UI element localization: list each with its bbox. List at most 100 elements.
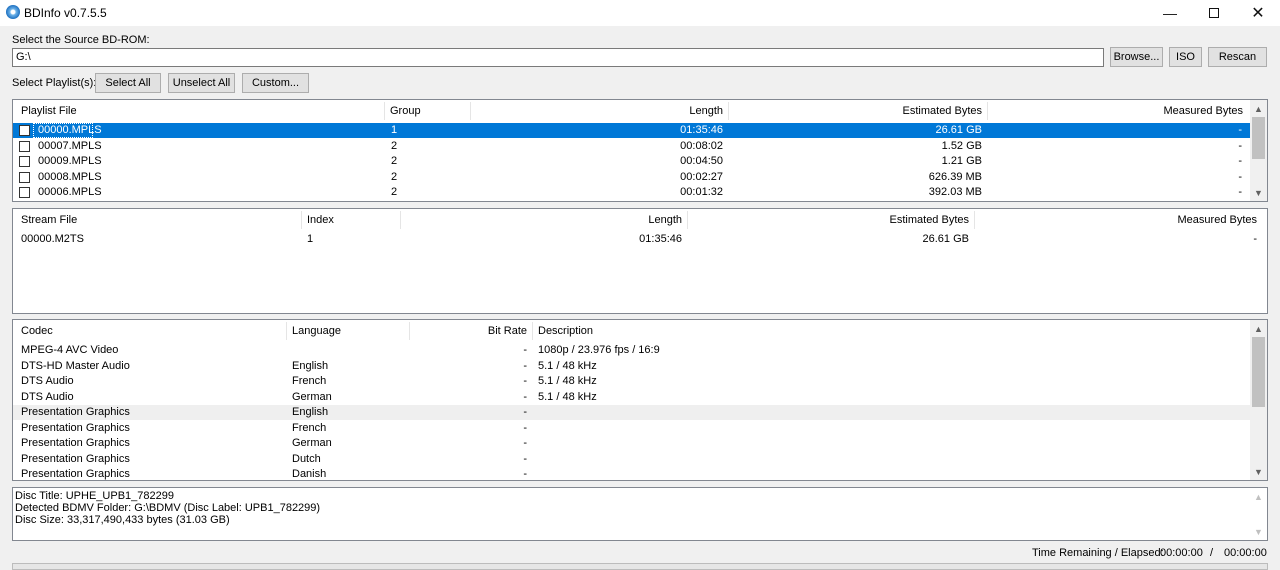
codec-cell-language: Dutch [292,452,321,465]
playlist-scrollbar[interactable]: ▲ ▼ [1250,100,1267,201]
playlist-row[interactable]: 00000.MPLS 1 01:35:46 26.61 GB - [13,123,1250,138]
col-stream-measured-bytes[interactable]: Measured Bytes [975,209,1262,231]
playlist-row[interactable]: 00009.MPLS 2 00:04:50 1.21 GB - [13,154,1250,169]
disc-title-line: Disc Title: UPHE_UPB1_782299 [15,490,174,502]
codec-list[interactable]: Codec Language Bit Rate Description MPEG… [12,319,1268,481]
col-language[interactable]: Language [287,320,409,342]
playlist-checkbox[interactable] [19,171,30,183]
codec-cell-language: French [292,421,327,434]
codec-cell-description: 5.1 / 48 kHz [538,390,597,403]
codec-row[interactable]: Presentation Graphics French - [13,421,1250,436]
codec-cell-description [533,436,1233,451]
codec-row[interactable]: DTS-HD Master Audio English -5.1 / 48 kHz [13,359,1250,374]
stream-cell-index: 1 [307,233,314,245]
playlist-cell-est: 392.03 MB [928,186,982,198]
minimize-button[interactable]: — [1148,0,1192,26]
scroll-up-icon[interactable]: ▲ [1250,320,1267,337]
playlist-cell-est: 626.39 MB [928,170,982,183]
scroll-thumb[interactable] [1252,117,1265,159]
playlist-list[interactable]: Playlist File Group Length Estimated Byt… [12,99,1268,202]
codec-scrollbar[interactable]: ▲ ▼ [1250,320,1267,480]
scroll-down-icon[interactable]: ▼ [1250,184,1267,201]
stream-cell-file: 00000.M2TS [21,233,84,245]
stream-list[interactable]: Stream File Index Length Estimated Bytes… [12,208,1268,314]
codec-cell-description [533,421,1233,436]
scroll-up-icon[interactable]: ▲ [1250,488,1267,505]
playlist-checkbox[interactable] [19,140,30,152]
rescan-button[interactable]: Rescan [1208,47,1267,67]
disc-info-textarea[interactable]: Disc Title: UPHE_UPB1_782299 Detected BD… [12,487,1268,541]
playlist-row[interactable]: 00006.MPLS 2 00:01:32 392.03 MB - [13,185,1250,200]
stream-row[interactable]: 00000.M2TS 1 01:35:46 26.61 GB - [13,232,1267,247]
playlist-row[interactable]: 00008.MPLS 2 00:02:27 626.39 MB - [13,170,1250,185]
scroll-thumb[interactable] [1252,337,1265,407]
codec-cell-bitrate: - [523,359,527,372]
codec-cell-bitrate: - [523,344,527,356]
codec-cell-bitrate: - [523,468,527,480]
codec-row[interactable]: Presentation Graphics German - [13,436,1250,451]
maximize-icon [1209,8,1219,18]
bdmv-folder-line: Detected BDMV Folder: G:\BDMV (Disc Labe… [15,502,321,514]
custom-button[interactable]: Custom... [242,73,309,93]
browse-button[interactable]: Browse... [1110,47,1163,67]
playlist-cell-length: 00:02:27 [680,170,723,183]
codec-cell-codec: Presentation Graphics [21,468,130,480]
codec-row[interactable]: Presentation Graphics English - [13,405,1250,420]
stream-header: Stream File Index Length Estimated Bytes… [13,209,1267,231]
col-description[interactable]: Description [533,320,1233,342]
col-bit-rate[interactable]: Bit Rate [410,320,532,342]
col-stream-estimated-bytes[interactable]: Estimated Bytes [688,209,974,231]
codec-cell-language: French [292,375,327,387]
window-title: BDInfo v0.7.5.5 [24,6,107,20]
disc-size-line: Disc Size: 33,317,490,433 bytes (31.03 G… [15,514,230,526]
codec-row[interactable]: DTS Audio French -5.1 / 48 kHz [13,374,1250,389]
playlist-cell-group: 2 [391,155,398,167]
disc-info-text: Disc Title: UPHE_UPB1_782299 Detected BD… [15,490,320,526]
col-stream-length[interactable]: Length [401,209,687,231]
source-path-input[interactable]: G:\ [12,48,1104,67]
codec-row[interactable]: Presentation Graphics Dutch - [13,452,1250,467]
codec-cell-description [533,467,1233,480]
close-icon: ✕ [1251,5,1265,22]
playlist-row[interactable]: 00007.MPLS 2 00:08:02 1.52 GB - [13,139,1250,154]
disc-info-scrollbar[interactable]: ▲ ▼ [1250,488,1267,540]
iso-button[interactable]: ISO [1169,47,1202,67]
codec-row[interactable]: MPEG-4 AVC Video -1080p / 23.976 fps / 16… [13,343,1250,358]
col-length[interactable]: Length [471,100,728,122]
close-button[interactable]: ✕ [1236,0,1280,26]
col-measured-bytes[interactable]: Measured Bytes [988,100,1248,122]
playlist-cell-group: 2 [391,186,398,198]
col-playlist-file[interactable]: Playlist File [16,100,386,122]
col-group[interactable]: Group [385,100,470,122]
unselect-all-button[interactable]: Unselect All [168,73,235,93]
codec-header: Codec Language Bit Rate Description [13,320,1267,342]
scroll-up-icon[interactable]: ▲ [1250,100,1267,117]
playlist-checkbox[interactable] [19,187,30,198]
col-index[interactable]: Index [302,209,400,231]
codec-cell-bitrate: - [523,452,527,465]
col-stream-file[interactable]: Stream File [16,209,301,231]
playlist-checkbox[interactable] [19,125,30,136]
col-codec[interactable]: Codec [16,320,286,342]
playlist-header: Playlist File Group Length Estimated Byt… [13,100,1267,122]
scroll-down-icon[interactable]: ▼ [1250,523,1267,540]
col-estimated-bytes[interactable]: Estimated Bytes [729,100,987,122]
playlist-cell-measured: - [1238,124,1242,136]
time-remaining-value: 00:00:00 [1160,547,1203,559]
title-bar: BDInfo v0.7.5.5 — ✕ [0,0,1280,26]
codec-cell-codec: DTS-HD Master Audio [21,359,130,372]
codec-row[interactable]: Presentation Graphics Danish - [13,467,1250,480]
select-all-button[interactable]: Select All [95,73,161,93]
codec-row[interactable]: DTS Audio German -5.1 / 48 kHz [13,390,1250,405]
playlist-cell-measured: - [1238,186,1242,198]
playlist-checkbox[interactable] [19,156,30,167]
playlist-cell-length: 00:01:32 [680,186,723,198]
maximize-button[interactable] [1192,0,1236,26]
stream-cell-est: 26.61 GB [922,233,969,245]
playlist-cell-group: 2 [391,139,398,152]
scroll-down-icon[interactable]: ▼ [1250,463,1267,480]
codec-cell-bitrate: - [523,437,527,449]
playlist-cell-group: 2 [391,170,398,183]
codec-cell-language: German [292,390,332,403]
playlist-cell-file: 00007.MPLS [38,139,102,152]
